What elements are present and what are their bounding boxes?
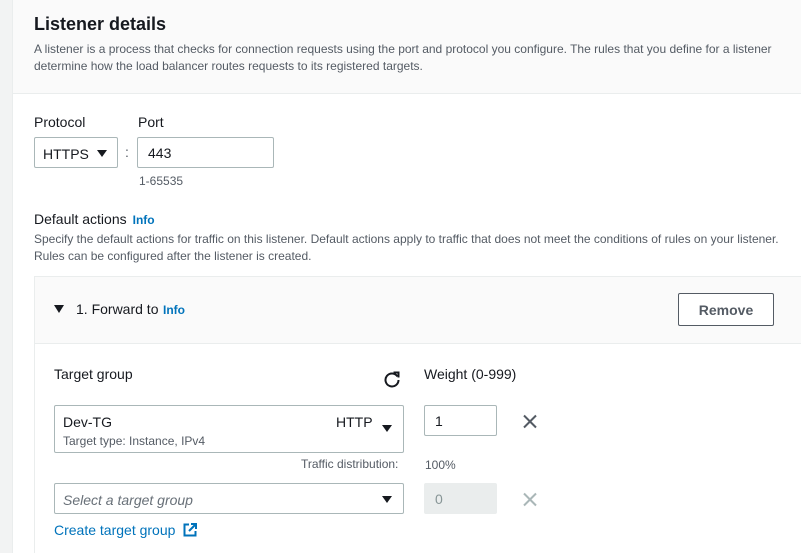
page-title: Listener details <box>34 14 167 34</box>
panel-header: Listener details A listener is a process… <box>13 0 801 94</box>
refresh-icon[interactable] <box>383 370 401 388</box>
weight-input[interactable] <box>424 405 497 436</box>
default-actions-label: Default actions <box>34 211 127 227</box>
default-actions-heading: Default actions Info <box>34 211 155 227</box>
protocol-value: HTTPS <box>43 146 89 162</box>
port-hint: 1-65535 <box>139 174 184 188</box>
target-group-protocol: HTTP <box>336 414 373 430</box>
protocol-label: Protocol <box>34 114 86 130</box>
listener-panel: Listener details A listener is a process… <box>12 0 801 553</box>
caret-down-icon <box>382 425 392 432</box>
target-group-placeholder: Select a target group <box>63 492 193 508</box>
default-actions-info-link[interactable]: Info <box>133 213 155 227</box>
weight-label: Weight (0-999) <box>424 366 517 382</box>
forward-action-header[interactable]: 1. Forward to Info Remove <box>35 277 801 344</box>
create-target-group-label: Create target group <box>54 522 176 538</box>
create-target-group-link[interactable]: Create target group <box>54 522 198 538</box>
port-input[interactable] <box>137 137 274 168</box>
traffic-distribution-label: Traffic distribution: <box>301 457 399 471</box>
caret-down-icon <box>97 150 107 157</box>
target-group-select[interactable]: Dev-TG Target type: Instance, IPv4 HTTP <box>54 405 404 453</box>
protocol-select[interactable]: HTTPS <box>34 137 118 168</box>
close-icon <box>523 492 537 506</box>
external-link-icon <box>183 523 198 537</box>
target-group-subtext: Target type: Instance, IPv4 <box>63 434 206 448</box>
target-group-select-empty[interactable]: Select a target group <box>54 483 404 514</box>
forward-action-container: 1. Forward to Info Remove Target group W… <box>34 276 801 553</box>
target-group-name: Dev-TG <box>63 414 112 430</box>
forward-title: 1. Forward to <box>76 301 159 317</box>
expanded-triangle-icon[interactable] <box>54 305 64 313</box>
default-actions-description: Specify the default actions for traffic … <box>34 232 779 263</box>
protocol-port-separator: : <box>125 144 129 160</box>
forward-info-link[interactable]: Info <box>163 303 185 317</box>
traffic-distribution-value: 100% <box>425 458 456 472</box>
page-description: A listener is a process that checks for … <box>34 42 772 73</box>
close-icon[interactable] <box>523 414 537 428</box>
port-label: Port <box>138 114 164 130</box>
target-group-label: Target group <box>54 366 133 382</box>
weight-input-empty <box>424 483 497 514</box>
caret-down-icon <box>382 496 392 503</box>
remove-button[interactable]: Remove <box>678 293 774 326</box>
